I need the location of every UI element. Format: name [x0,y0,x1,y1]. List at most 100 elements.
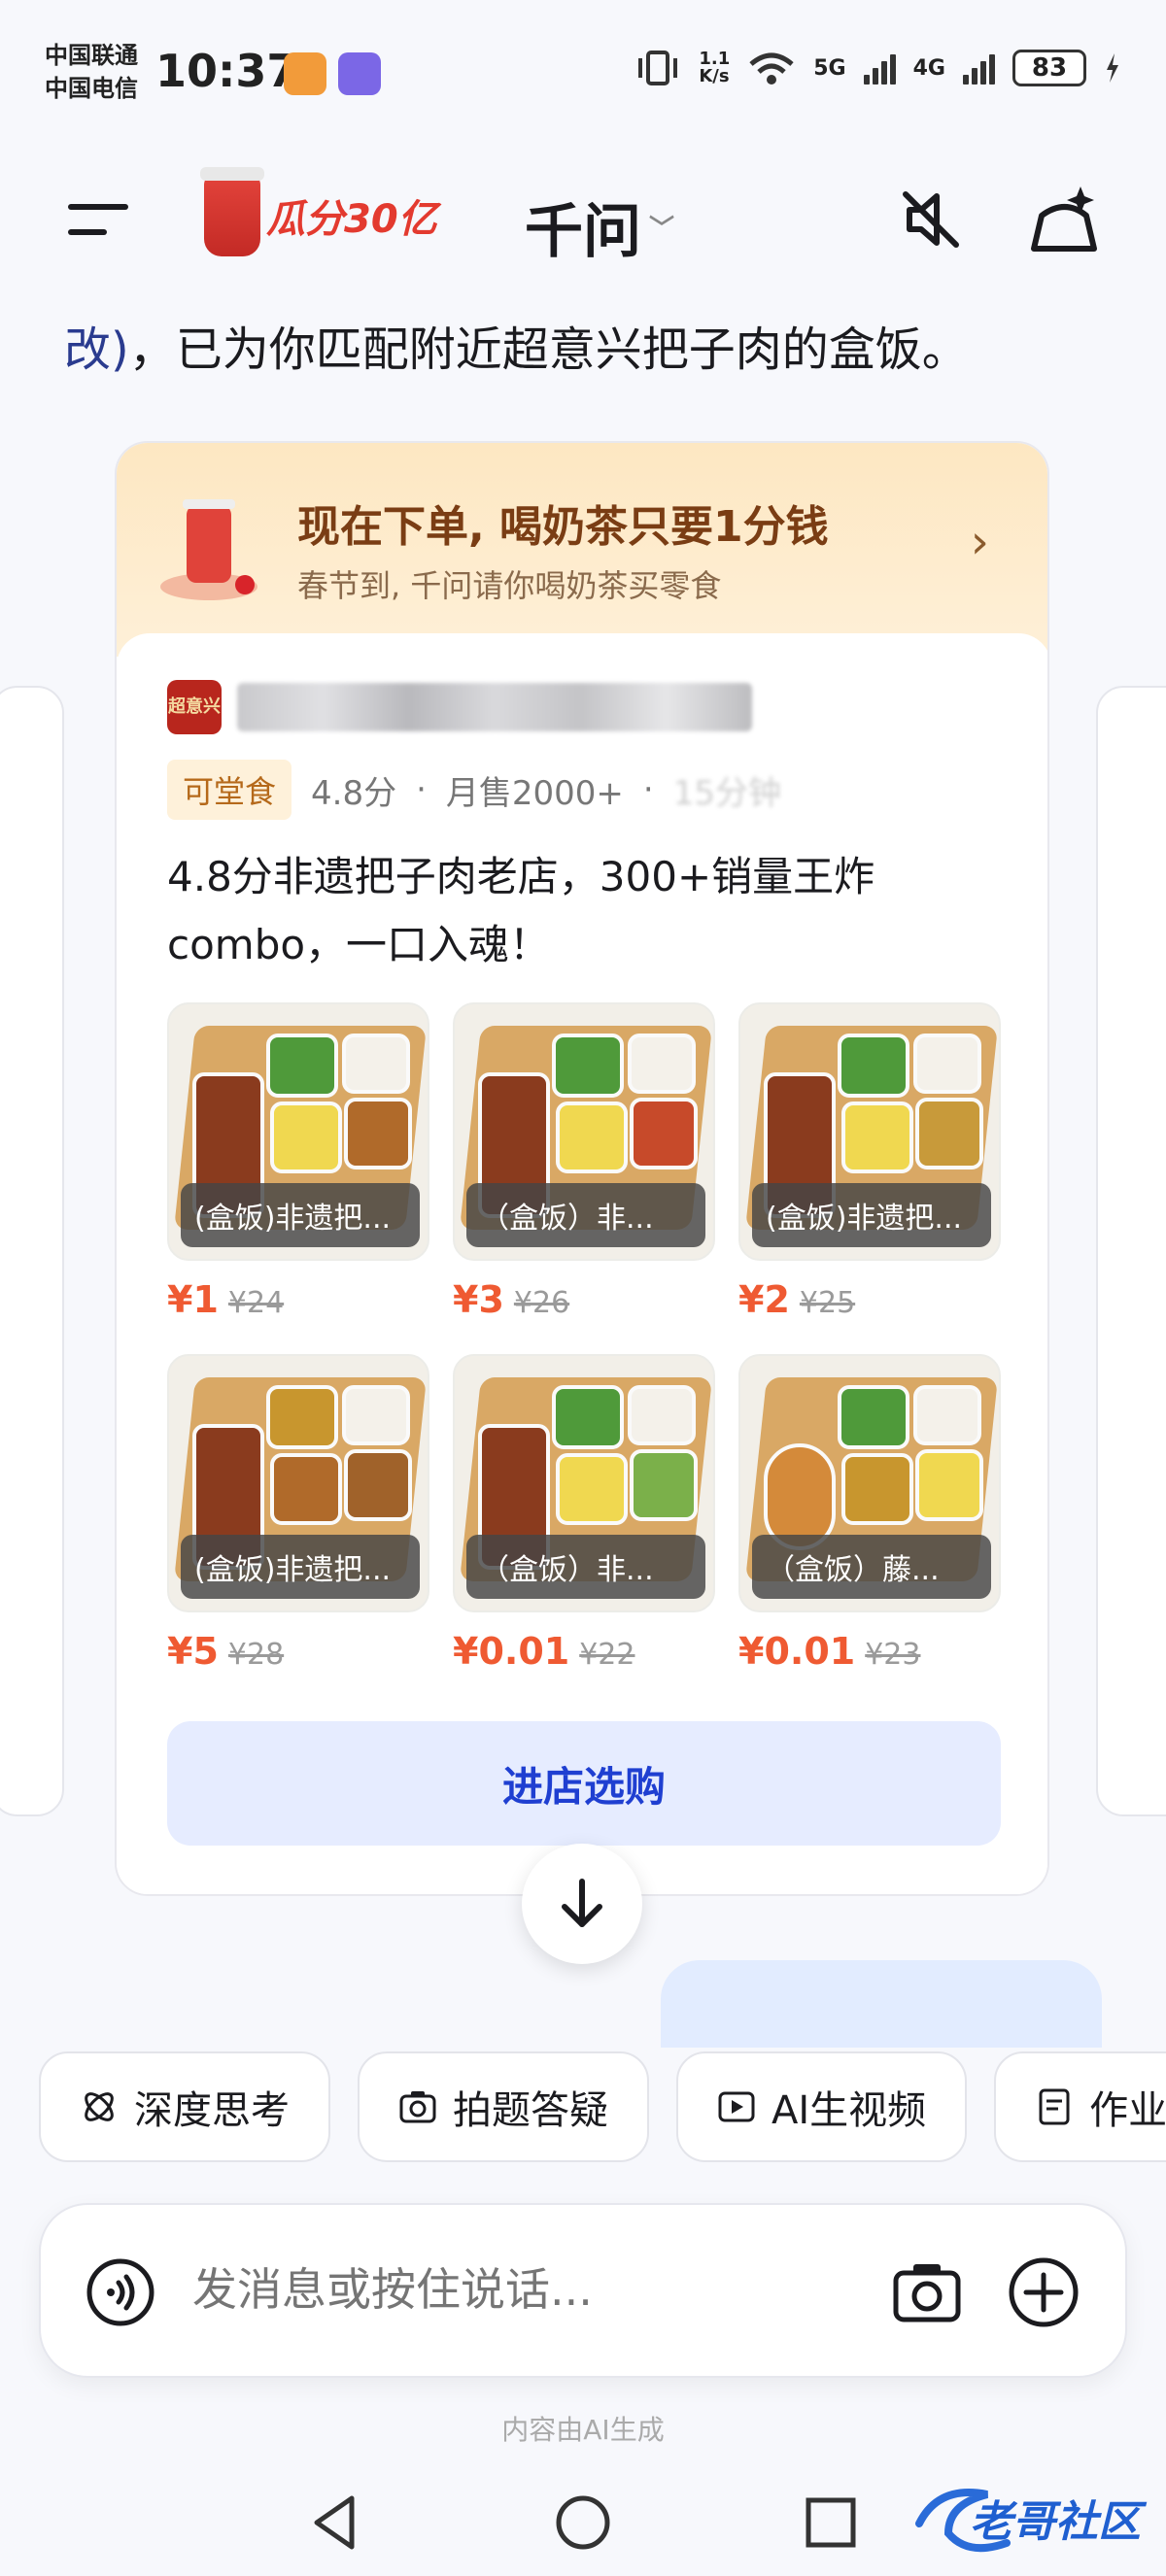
dish-item[interactable]: (盒饭)非遗把... ¥2 ¥25 [738,1002,1001,1321]
arrow-down-icon [562,1879,602,1927]
net-type-2: 4G [912,55,945,81]
store-sales: 月售2000+ [445,773,624,813]
charging-icon [1107,53,1118,83]
dish-image: (盒饭)非遗把... [167,1354,429,1612]
dish-name: （盒饭）非... [466,1183,705,1247]
dish-price: ¥0.01 [738,1630,856,1673]
dish-image: （盒饭）藤... [738,1354,1001,1612]
message-input[interactable] [192,2263,873,2316]
chip-deep-thinking[interactable]: 深度思考 [39,2051,330,2162]
dish-item[interactable]: （盒饭）藤... ¥0.01 ¥23 [738,1354,1001,1673]
assistant-message: 改)，已为你匹配附近超意兴把子肉的盒饭。 [64,311,969,379]
clock: 10:37 [155,45,298,97]
store-rating: 4.8分 [311,773,397,813]
dish-original-price: ¥28 [227,1638,285,1672]
dish-image: （盒饭）非... [453,1002,715,1261]
carrier-info: 中国联通 中国电信 [45,39,138,105]
promo-text: 瓜分30亿 [266,197,437,242]
chip-label: 深度思考 [134,2088,290,2133]
dish-item[interactable]: (盒饭)非遗把... ¥5 ¥28 [167,1354,429,1673]
dish-original-price: ¥25 [799,1286,856,1320]
app-title: 千问 [525,198,641,266]
chip-photo-question[interactable]: 拍题答疑 [358,2051,649,2162]
dish-name: （盒饭）非... [466,1535,705,1599]
status-icons: 1.1 K/s 5G 4G 83 [634,49,1121,87]
meta-separator: · [416,770,427,809]
price-row: ¥0.01 ¥23 [738,1630,1001,1673]
dish-price: ¥1 [167,1278,219,1321]
milk-tea-promo-icon [160,499,257,600]
heart-app-icon [284,52,326,95]
chip-label: 作业 [1089,2088,1166,2133]
speaker-muted-icon[interactable] [892,181,970,258]
store-name-row[interactable]: 超意兴 [167,680,752,734]
dish-item[interactable]: （盒饭）非... ¥3 ¥26 [453,1002,715,1321]
store-card: 现在下单, 喝奶茶只要1分钱 春节到, 千问请你喝奶茶买零食 › 超意兴 可堂食… [115,441,1049,1896]
message-accent: 改) [64,322,129,377]
dish-original-price: ¥26 [513,1286,570,1320]
carrier-1: 中国联通 [45,42,138,69]
camera-icon[interactable] [890,2255,964,2329]
signal-icon-2 [963,51,995,85]
sparkle-compose-icon[interactable] [1026,181,1104,258]
chip-label: AI生视频 [772,2088,927,2133]
ai-disclaimer: 内容由AI生成 [501,2414,665,2446]
atom-icon [85,2092,114,2121]
store-content: 超意兴 可堂食 4.8分 · 月售2000+ · 15分钟 4.8分非遗把子肉老… [117,633,1047,1894]
price-row: ¥5 ¥28 [167,1630,429,1673]
banner-subtitle: 春节到, 千问请你喝奶茶买零食 [297,567,722,604]
watermark-text: 老哥社区 [970,2497,1141,2547]
back-icon[interactable] [301,2489,369,2557]
previous-store-card[interactable] [0,686,64,1816]
chip-ai-video[interactable]: AI生视频 [676,2051,968,2162]
dish-item[interactable]: (盒饭)非遗把... ¥1 ¥24 [167,1002,429,1321]
dish-name: (盒饭)非遗把... [181,1183,420,1247]
wifi-icon [749,52,794,85]
dish-price: ¥0.01 [453,1630,570,1673]
next-store-card[interactable] [1096,686,1166,1816]
battery-indicator: 83 [1012,50,1086,86]
home-icon[interactable] [549,2489,617,2557]
status-bar: 中国联通 中国电信 10:37 1.1 K/s 5G 4G 83 [0,0,1166,146]
net-speed: 1.1 K/s [699,49,731,86]
recents-icon[interactable] [797,2489,865,2557]
scroll-down-button[interactable] [522,1844,642,1964]
dish-item[interactable]: （盒饭）非... ¥0.01 ¥22 [453,1354,715,1673]
enter-store-button[interactable]: 进店选购 [167,1721,1001,1846]
dish-grid: (盒饭)非遗把... ¥1 ¥24 （盒饭）非... ¥3 ¥26 (盒饭)非遗… [167,1002,1001,1673]
dish-original-price: ¥24 [227,1286,285,1320]
voice-input-icon[interactable] [86,2257,155,2327]
vibrate-icon [638,51,678,85]
dish-original-price: ¥23 [865,1638,921,1672]
dish-name: (盒饭)非遗把... [181,1535,420,1599]
menu-icon[interactable] [66,200,134,239]
dish-price: ¥3 [453,1278,504,1321]
app-header: 瓜分30亿 千问 ﹀ [0,155,1166,282]
dine-in-tag: 可堂食 [167,760,292,820]
watermark-logo: 老哥社区 [909,2475,1152,2562]
camera-scan-icon [399,2091,436,2123]
price-row: ¥2 ¥25 [738,1278,1001,1321]
chevron-right-icon: › [970,515,989,569]
shield-app-icon [338,52,381,95]
model-selector[interactable]: 千问 ﹀ [525,185,674,269]
plus-icon[interactable] [1007,2255,1080,2329]
promo-logo[interactable]: 瓜分30亿 [200,167,437,256]
quick-action-chips: 深度思考 拍题答疑 AI生视频 作业 [39,2051,1166,2162]
dish-name: (盒饭)非遗把... [752,1183,991,1247]
video-plus-icon [718,2091,755,2122]
net-type-1: 5G [813,55,846,81]
chevron-down-icon: ﹀ [649,215,675,244]
document-icon [1039,2088,1070,2125]
price-row: ¥0.01 ¥22 [453,1630,715,1673]
promo-banner[interactable]: 现在下单, 喝奶茶只要1分钱 春节到, 千问请你喝奶茶买零食 › [117,443,1047,657]
meta-separator: · [642,770,654,809]
dish-price: ¥2 [738,1278,790,1321]
dish-name: （盒饭）藤... [752,1535,991,1599]
carrier-2: 中国电信 [45,75,138,102]
chip-homework[interactable]: 作业 [994,2051,1166,2162]
dish-price: ¥5 [167,1630,219,1673]
user-message-bubble [661,1960,1102,2048]
dish-image: (盒饭)非遗把... [738,1002,1001,1261]
store-name-blurred [237,683,752,731]
